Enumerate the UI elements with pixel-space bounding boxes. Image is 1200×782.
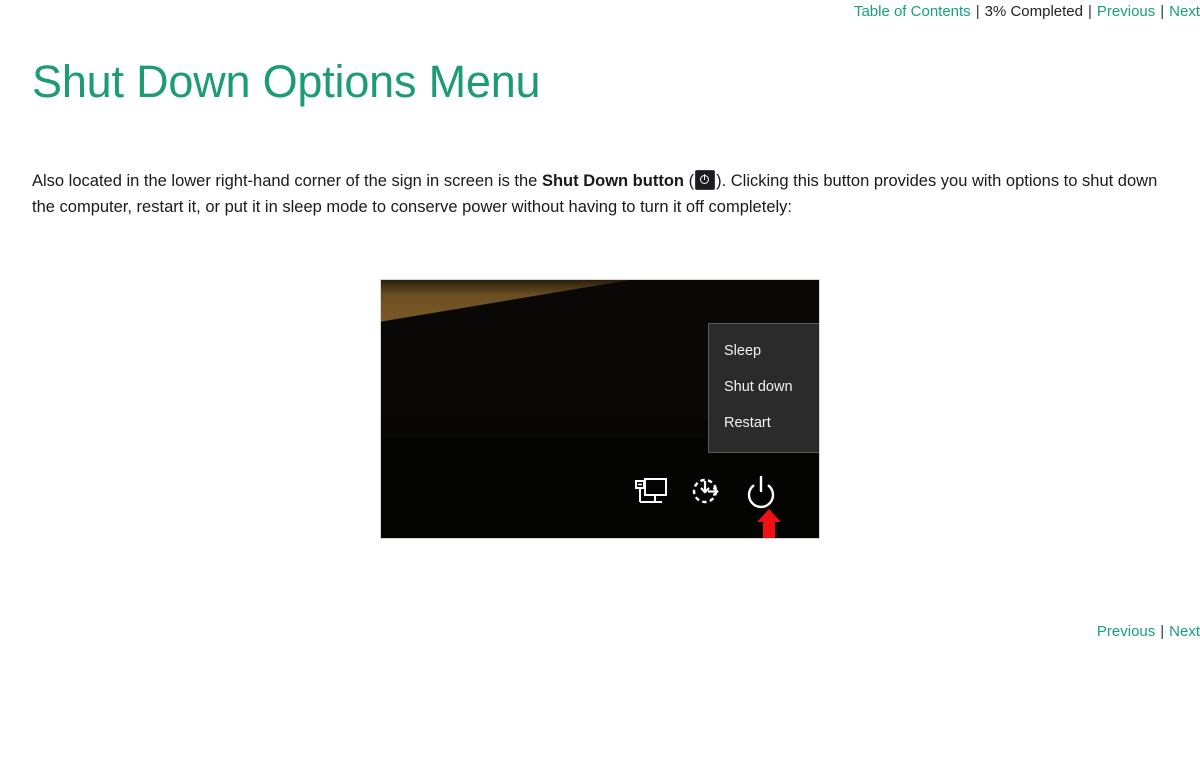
power-icon (695, 170, 716, 190)
network-icon[interactable] (629, 470, 673, 514)
paragraph-text-part-1: Also located in the lower right-hand cor… (32, 172, 542, 190)
paragraph-open-paren: ( (684, 172, 695, 190)
nav-separator-2: | (1087, 3, 1092, 20)
previous-link-top[interactable]: Previous (1097, 0, 1155, 24)
table-of-contents-link[interactable]: Table of Contents (854, 0, 971, 24)
body-paragraph: Also located in the lower right-hand cor… (32, 168, 1172, 220)
nav-separator-3: | (1160, 3, 1165, 20)
nav-separator-1: | (975, 3, 980, 20)
menu-item-shut-down[interactable]: Shut down (709, 369, 819, 405)
menu-item-sleep[interactable]: Sleep (709, 333, 819, 369)
ease-of-access-icon[interactable] (684, 470, 728, 514)
menu-item-restart[interactable]: Restart (709, 405, 819, 441)
embedded-screenshot: Sleep Shut down Restart (380, 279, 820, 539)
page-title: Shut Down Options Menu (32, 56, 541, 107)
shut-down-options-menu: Sleep Shut down Restart (708, 323, 819, 453)
next-link-top[interactable]: Next (1169, 0, 1200, 24)
bottom-navigation-bar: Previous | Next (0, 622, 1200, 642)
red-arrow-annotation (756, 508, 782, 538)
nav-separator-bottom: | (1160, 623, 1165, 640)
next-link-bottom[interactable]: Next (1169, 622, 1200, 642)
previous-link-bottom[interactable]: Previous (1097, 622, 1155, 642)
shut-down-button-bold-phrase: Shut Down button (541, 172, 684, 190)
top-navigation-bar: Table of Contents | 3% Completed | Previ… (0, 0, 1200, 24)
progress-completed-label: 3% Completed (984, 3, 1083, 20)
